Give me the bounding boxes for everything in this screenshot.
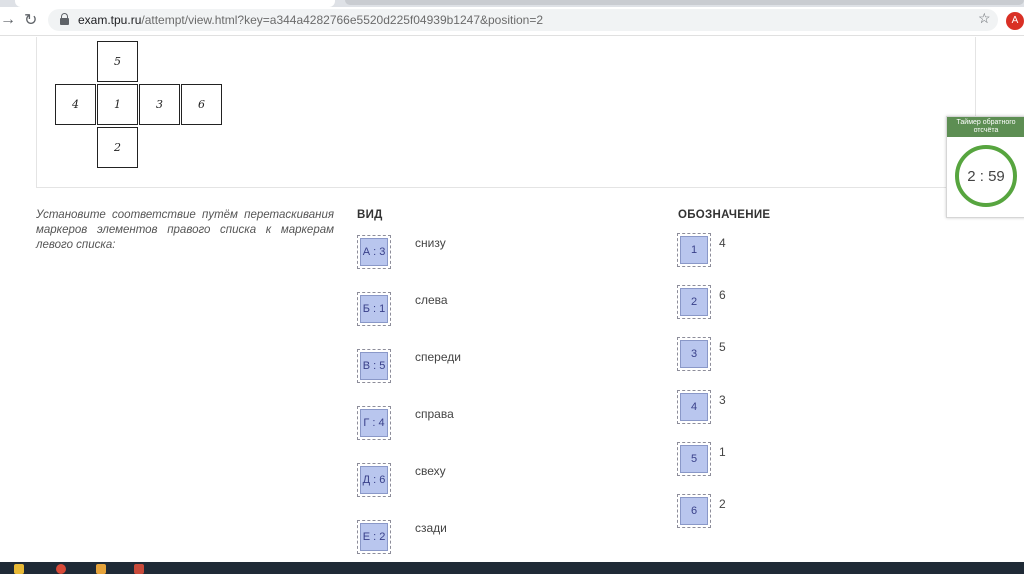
- draggable-marker-4[interactable]: 4: [680, 393, 708, 421]
- marker-b[interactable]: Б : 1: [360, 295, 388, 323]
- draggable-marker-slot[interactable]: 1: [677, 233, 711, 267]
- figure-card: 5 4 1 3 6 2: [36, 37, 976, 188]
- marker-a[interactable]: А : 3: [360, 238, 388, 266]
- right-column-header: ОБОЗНАЧЕНИЕ: [678, 209, 771, 221]
- forward-arrow-icon[interactable]: →: [0, 11, 16, 29]
- net-cell-bottom: 2: [97, 127, 138, 168]
- app-icon[interactable]: [134, 564, 144, 574]
- marker-g[interactable]: Г : 4: [360, 409, 388, 437]
- draggable-marker-slot[interactable]: 2: [677, 285, 711, 319]
- designation-value: 3: [719, 393, 726, 407]
- draggable-marker-slot[interactable]: 6: [677, 494, 711, 528]
- active-tab[interactable]: [15, 0, 335, 7]
- browser-toolbar: → ↻ exam.tpu.ru/attempt/view.html?key=a3…: [0, 7, 1024, 36]
- draggable-marker-1[interactable]: 1: [680, 236, 708, 264]
- profile-avatar[interactable]: A: [1006, 12, 1024, 30]
- draggable-marker-slot[interactable]: 5: [677, 442, 711, 476]
- marker-v[interactable]: В : 5: [360, 352, 388, 380]
- designation-value: 5: [719, 340, 726, 354]
- reload-icon[interactable]: ↻: [24, 10, 37, 30]
- timer-title: Таймер обратного отсчёта: [947, 117, 1024, 137]
- drop-slot[interactable]: Б : 1: [357, 292, 391, 326]
- app-icon[interactable]: [96, 564, 106, 574]
- question-instruction: Установите соответствие путём перетаскив…: [36, 209, 334, 251]
- folder-icon[interactable]: [14, 564, 24, 574]
- designation-value: 4: [719, 236, 726, 250]
- drop-slot[interactable]: Г : 4: [357, 406, 391, 440]
- draggable-marker-6[interactable]: 6: [680, 497, 708, 525]
- lock-icon[interactable]: [60, 13, 69, 25]
- os-taskbar: [0, 562, 1024, 574]
- countdown-timer: Таймер обратного отсчёта 2 : 59: [946, 116, 1024, 218]
- view-label-right: справа: [415, 407, 454, 421]
- left-column-header: ВИД: [357, 209, 383, 221]
- designation-value: 2: [719, 497, 726, 511]
- drop-slot[interactable]: Е : 2: [357, 520, 391, 554]
- bookmark-star-icon[interactable]: ☆: [978, 10, 991, 27]
- draggable-marker-3[interactable]: 3: [680, 340, 708, 368]
- marker-e[interactable]: Е : 2: [360, 523, 388, 551]
- address-bar[interactable]: exam.tpu.ru/attempt/view.html?key=a344a4…: [48, 9, 998, 31]
- view-label-bottom: снизу: [415, 236, 446, 250]
- browser-icon[interactable]: [56, 564, 66, 574]
- drop-slot[interactable]: Д : 6: [357, 463, 391, 497]
- draggable-marker-5[interactable]: 5: [680, 445, 708, 473]
- background-tab[interactable]: [345, 0, 1024, 5]
- timer-value: 2 : 59: [955, 145, 1017, 207]
- view-label-top: свеху: [415, 464, 446, 478]
- draggable-marker-2[interactable]: 2: [680, 288, 708, 316]
- view-label-left: слева: [415, 293, 448, 307]
- designation-value: 6: [719, 288, 726, 302]
- drop-slot[interactable]: А : 3: [357, 235, 391, 269]
- net-cell-left: 4: [55, 84, 96, 125]
- designation-value: 1: [719, 445, 726, 459]
- net-cell-top: 5: [97, 41, 138, 82]
- draggable-marker-slot[interactable]: 4: [677, 390, 711, 424]
- view-label-front: спереди: [415, 350, 461, 364]
- net-cell-far-right: 6: [181, 84, 222, 125]
- tab-strip: [0, 0, 1024, 7]
- drop-slot[interactable]: В : 5: [357, 349, 391, 383]
- net-cell-right: 3: [139, 84, 180, 125]
- url-text[interactable]: exam.tpu.ru/attempt/view.html?key=a344a4…: [78, 13, 543, 27]
- marker-d[interactable]: Д : 6: [360, 466, 388, 494]
- view-label-back: сзади: [415, 521, 447, 535]
- draggable-marker-slot[interactable]: 3: [677, 337, 711, 371]
- net-cell-center: 1: [97, 84, 138, 125]
